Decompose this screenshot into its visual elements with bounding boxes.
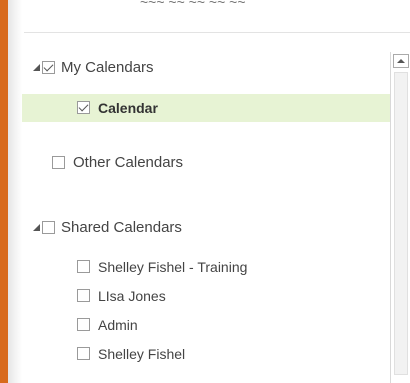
calendar-item-lisa-jones[interactable]: LIsa Jones	[22, 282, 390, 310]
my-calendars-label: My Calendars	[61, 59, 154, 76]
window-accent-strip	[0, 0, 8, 383]
calendar-checkbox[interactable]	[77, 101, 90, 114]
calendar-item-admin[interactable]: Admin	[22, 311, 390, 339]
shared-calendars-label: Shared Calendars	[61, 219, 182, 236]
calendar-item-shelley-fishel-training[interactable]: Shelley Fishel - Training	[22, 253, 390, 281]
shared-item-label: LIsa Jones	[98, 288, 166, 304]
calendar-item-shelley-fishel[interactable]: Shelley Fishel	[22, 340, 390, 368]
pane-shadow	[8, 0, 22, 383]
shared-item-label: Admin	[98, 317, 138, 333]
calendar-item-calendar[interactable]: Calendar	[22, 94, 390, 122]
checkmark-icon	[43, 61, 54, 72]
shared-calendars-checkbox[interactable]	[42, 221, 55, 234]
group-shared-calendars[interactable]: Shared Calendars	[22, 214, 390, 242]
other-calendars-checkbox[interactable]	[52, 156, 65, 169]
other-calendars-label: Other Calendars	[73, 154, 184, 171]
collapse-triangle-icon[interactable]	[33, 224, 40, 231]
shared-item-checkbox[interactable]	[77, 347, 90, 360]
shared-item-checkbox[interactable]	[77, 318, 90, 331]
shared-item-label: Shelley Fishel - Training	[98, 259, 248, 275]
group-other-calendars[interactable]: Other Calendars	[22, 149, 390, 177]
scroll-up-button[interactable]	[393, 54, 409, 68]
calendar-folder-tree: My Calendars Calendar Other Calendars Sh…	[22, 33, 390, 383]
shared-item-checkbox[interactable]	[77, 260, 90, 273]
scroll-up-arrow-icon	[397, 59, 405, 63]
my-calendars-checkbox[interactable]	[42, 61, 55, 74]
collapse-triangle-icon[interactable]	[33, 64, 40, 71]
shared-item-checkbox[interactable]	[77, 289, 90, 302]
group-my-calendars[interactable]: My Calendars	[22, 54, 390, 82]
top-clipped-area: ~~~ ~~ ~~ ~~ ~~	[22, 0, 410, 32]
vertical-scrollbar[interactable]	[390, 52, 410, 383]
calendar-label: Calendar	[98, 100, 158, 116]
scrollbar-thumb[interactable]	[394, 72, 408, 375]
shared-item-label: Shelley Fishel	[98, 346, 186, 362]
clipped-text: ~~~ ~~ ~~ ~~ ~~	[140, 0, 246, 10]
checkmark-icon	[78, 101, 89, 112]
